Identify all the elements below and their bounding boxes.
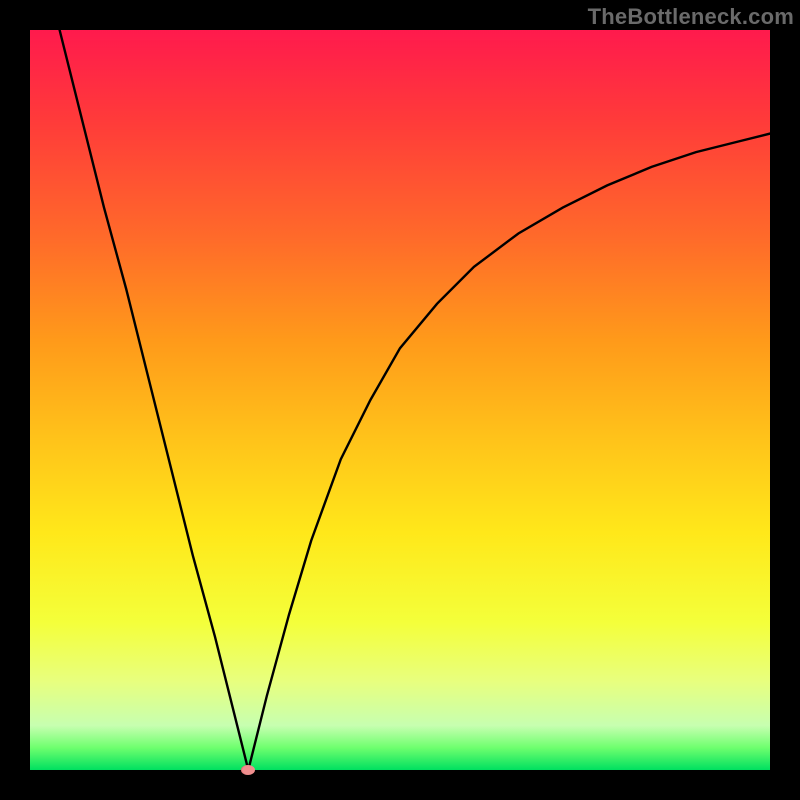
minimum-marker — [241, 765, 255, 775]
chart-frame: TheBottleneck.com — [0, 0, 800, 800]
bottleneck-curve — [30, 30, 770, 770]
curve-path — [60, 30, 770, 770]
watermark-text: TheBottleneck.com — [588, 4, 794, 30]
plot-area — [30, 30, 770, 770]
